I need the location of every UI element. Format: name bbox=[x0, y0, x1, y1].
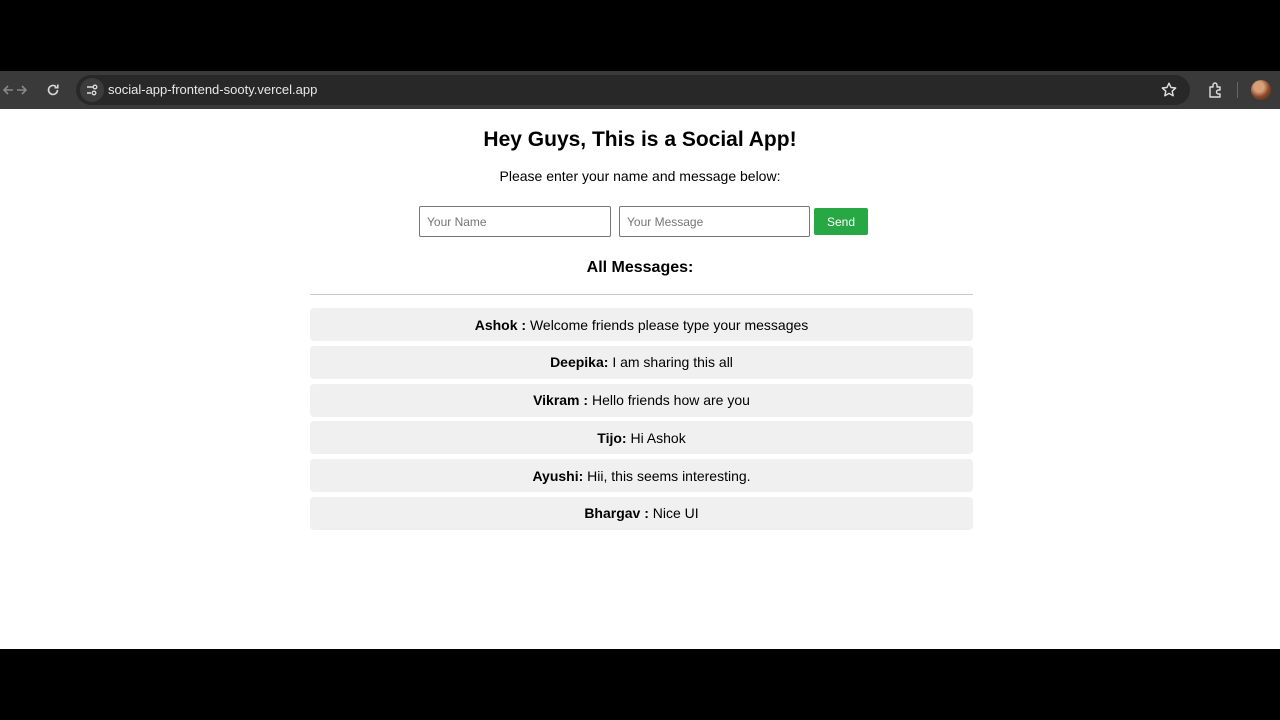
message-text: Hi Ashok bbox=[630, 429, 686, 446]
forward-arrow-icon[interactable] bbox=[10, 78, 34, 102]
address-bar[interactable]: social-app-frontend-sooty.vercel.app bbox=[76, 75, 1190, 105]
browser-toolbar: social-app-frontend-sooty.vercel.app bbox=[0, 71, 1280, 109]
letterbox-top bbox=[0, 0, 1280, 71]
toolbar-divider bbox=[1237, 82, 1238, 98]
list-item: Bhargav : Nice UI bbox=[310, 496, 973, 530]
message-author: Vikram : bbox=[533, 392, 589, 409]
reload-icon[interactable] bbox=[41, 78, 65, 102]
message-author: Deepika: bbox=[550, 354, 609, 371]
message-author: Bhargav : bbox=[584, 505, 649, 522]
profile-avatar[interactable] bbox=[1251, 80, 1271, 100]
page-subtitle: Please enter your name and message below… bbox=[499, 168, 781, 184]
message-text: Hii, this seems interesting. bbox=[587, 467, 751, 484]
list-item: Vikram : Hello friends how are you bbox=[310, 383, 973, 417]
message-author: Tijo: bbox=[597, 429, 627, 446]
url-text[interactable]: social-app-frontend-sooty.vercel.app bbox=[108, 82, 317, 98]
send-button[interactable]: Send bbox=[814, 208, 868, 235]
message-list: Ashok : Welcome friends please type your… bbox=[310, 308, 973, 535]
messages-divider bbox=[310, 294, 973, 295]
extensions-icon[interactable] bbox=[1204, 78, 1228, 102]
site-info-icon[interactable] bbox=[80, 78, 104, 102]
list-item: Tijo: Hi Ashok bbox=[310, 421, 973, 455]
star-icon[interactable] bbox=[1160, 81, 1178, 99]
list-item: Deepika: I am sharing this all bbox=[310, 345, 973, 379]
page-title: Hey Guys, This is a Social App! bbox=[483, 128, 797, 151]
letterbox-bottom bbox=[0, 649, 1280, 720]
page-content: Hey Guys, This is a Social App! Please e… bbox=[0, 109, 1280, 649]
message-author: Ashok : bbox=[474, 316, 527, 333]
message-text: I am sharing this all bbox=[612, 354, 733, 371]
list-item: Ayushi: Hii, this seems interesting. bbox=[310, 459, 973, 493]
messages-heading: All Messages: bbox=[586, 259, 694, 276]
list-item: Ashok : Welcome friends please type your… bbox=[310, 308, 973, 341]
message-text: Welcome friends please type your message… bbox=[529, 316, 809, 333]
message-text: Nice UI bbox=[652, 505, 699, 522]
message-input[interactable] bbox=[619, 206, 810, 237]
message-author: Ayushi: bbox=[532, 467, 584, 484]
message-text: Hello friends how are you bbox=[591, 392, 750, 409]
name-input[interactable] bbox=[419, 206, 611, 237]
